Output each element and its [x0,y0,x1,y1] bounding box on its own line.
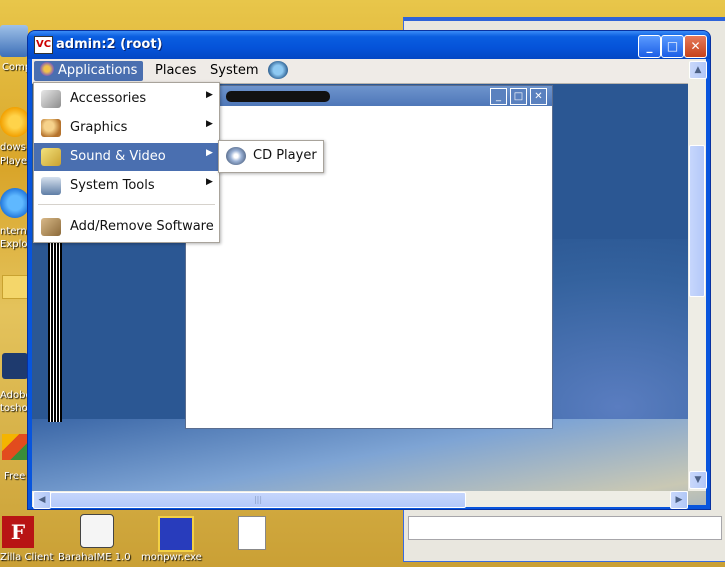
scroll-left-icon[interactable]: ◀ [33,491,51,509]
desktop-label: Adobe [0,390,32,401]
vnc-logo-icon: VC [34,36,53,54]
desktop-label: Free [4,471,26,482]
system-menu-button[interactable]: System [204,61,264,81]
remote-close-button[interactable]: ✕ [530,88,547,105]
media-player-icon[interactable] [0,107,30,137]
horizontal-scroll-thumb[interactable]: ||| [50,492,466,508]
folder-icon[interactable] [2,275,30,299]
menu-item-sound-video[interactable]: Sound & Video ▶ [34,143,219,171]
maximize-button[interactable]: □ [661,35,684,58]
menu-item-label: Graphics [70,120,128,135]
my-computer-icon[interactable] [0,25,28,57]
monpwr-icon[interactable] [158,516,194,552]
background-window-field [408,516,722,540]
menu-item-accessories[interactable]: Accessories ▶ [34,85,219,113]
menu-item-label: Add/Remove Software [70,219,214,234]
menu-item-label: CD Player [253,148,317,163]
accessories-icon [41,90,61,108]
sound-video-icon [41,148,61,166]
vertical-scroll-thumb[interactable] [689,145,705,297]
window-title: admin:2 (root) [56,37,163,52]
menu-separator [38,204,215,205]
menu-item-label: Sound & Video [70,149,166,164]
menu-item-add-remove-software[interactable]: Add/Remove Software [34,213,219,241]
desktop-label: Comp [2,62,32,73]
redacted-title [226,91,330,102]
desktop-label: dows [0,142,26,153]
internet-explorer-icon[interactable] [0,188,30,218]
minimize-button[interactable]: _ [638,35,661,58]
desktop-label: Zilla Client [0,552,54,563]
scroll-up-icon[interactable]: ▲ [689,61,707,79]
applications-menu-button[interactable]: Applications [34,61,144,81]
photoshop-icon[interactable] [2,353,28,379]
desktop-label: BarahaIME 1.0 [58,552,131,563]
menu-item-label: Accessories [70,91,147,106]
desktop-label: Playe [0,156,28,167]
gnome-foot-icon [40,62,54,76]
horizontal-scrollbar[interactable]: ◀ ||| ▶ [32,491,688,509]
network-icon[interactable] [268,61,288,79]
scroll-down-icon[interactable]: ▼ [689,471,707,489]
filezilla-icon[interactable]: F [2,516,34,548]
barahaime-icon[interactable] [80,514,114,548]
close-button[interactable]: ✕ [684,35,707,58]
vertical-scrollbar[interactable]: ▲ ▼ [688,59,707,491]
menu-item-graphics[interactable]: Graphics ▶ [34,114,219,142]
window-titlebar[interactable]: VC admin:2 (root) _ □ ✕ [28,31,710,59]
applications-label: Applications [58,63,138,78]
applications-dropdown: Accessories ▶ Graphics ▶ Sound & Video ▶… [33,82,220,243]
submenu-arrow-icon: ▶ [206,177,213,187]
system-tools-icon [41,177,61,195]
remote-app-window[interactable]: _ □ ✕ [185,85,553,429]
add-remove-software-icon [41,218,61,236]
scroll-right-icon[interactable]: ▶ [670,491,688,509]
cd-player-icon [226,147,246,165]
graphics-icon [41,119,61,137]
desktop-label: monpwr.exe [141,552,202,563]
submenu-arrow-icon: ▶ [206,148,213,158]
terminal-edge [48,242,62,422]
menu-item-system-tools[interactable]: System Tools ▶ [34,172,219,200]
document-icon[interactable] [238,516,266,550]
ms-office-icon[interactable] [2,434,28,460]
remote-minimize-button[interactable]: _ [490,88,507,105]
menu-item-cd-player[interactable]: CD Player [219,142,323,170]
submenu-arrow-icon: ▶ [206,90,213,100]
remote-maximize-button[interactable]: □ [510,88,527,105]
sound-video-submenu: CD Player [218,140,324,173]
gnome-panel: Applications Places System [32,59,688,84]
remote-window-titlebar[interactable]: _ □ ✕ [186,86,552,106]
submenu-arrow-icon: ▶ [206,119,213,129]
places-menu-button[interactable]: Places [149,61,202,81]
menu-item-label: System Tools [70,178,155,193]
